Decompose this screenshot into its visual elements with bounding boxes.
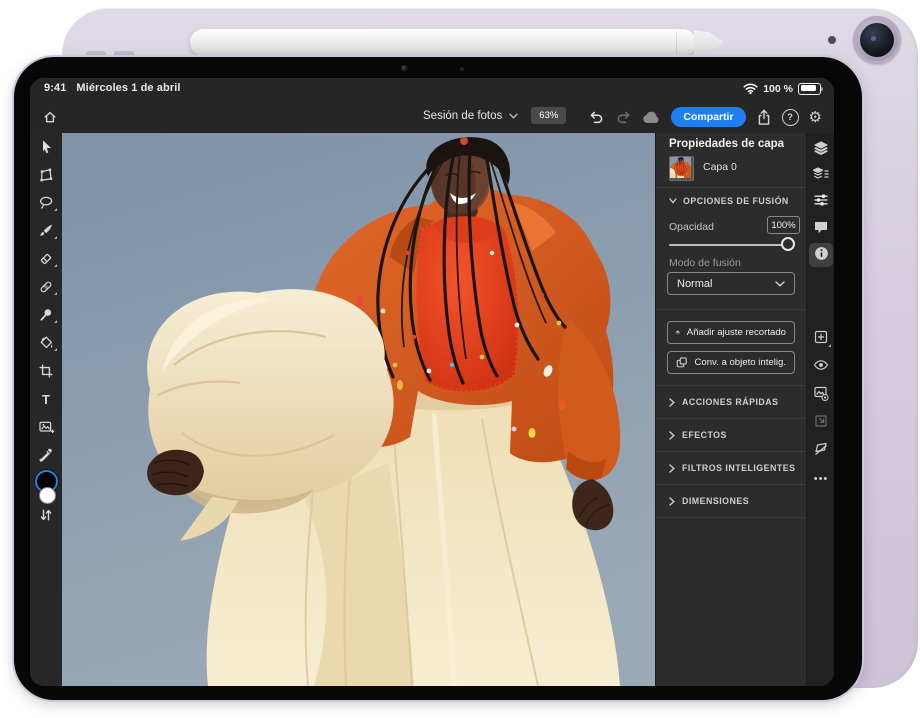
chevron-right-icon — [669, 431, 675, 440]
healing-brush-tool[interactable] — [30, 278, 62, 296]
panel-title: Propiedades de capa — [669, 138, 784, 150]
battery-percent: 100 % — [763, 83, 793, 95]
type-tool-glyph: T — [42, 393, 50, 406]
add-layer-icon[interactable] — [813, 329, 829, 345]
opacity-slider-knob[interactable] — [781, 237, 795, 251]
layer-thumbnail — [669, 156, 694, 181]
camera-glint — [871, 36, 876, 41]
layer-properties-icon[interactable] — [813, 166, 829, 182]
background-color-swatch[interactable] — [39, 487, 56, 504]
cloud-sync-icon[interactable] — [642, 111, 661, 124]
blend-mode-dropdown[interactable]: Normal — [667, 272, 795, 295]
app-toolbar: Sesión de fotos 63% — [30, 100, 834, 134]
place-image-tool[interactable] — [30, 418, 62, 436]
button-label: Conv. a objeto intelig. — [694, 357, 786, 368]
blend-mode-value: Normal — [677, 278, 712, 290]
screen: 9:41 Miércoles 1 de abril 100 % — [30, 78, 834, 686]
info-icon[interactable] — [813, 245, 829, 261]
clip-layer-icon[interactable] — [813, 413, 829, 429]
dodge-tool[interactable] — [30, 306, 62, 324]
layer-row[interactable]: Capa 0 — [656, 154, 806, 184]
blend-mode-label: Modo de fusión — [669, 257, 741, 269]
collapsed-sections: ACCIONES RÁPIDAS EFECTOS FILTROS INTELIG… — [656, 386, 806, 518]
section-smart-filters[interactable]: FILTROS INTELIGENTES — [656, 452, 806, 485]
brush-tool[interactable] — [30, 222, 62, 240]
blend-options-label: OPCIONES DE FUSIÓN — [683, 196, 789, 206]
smart-object-icon — [676, 356, 687, 369]
document-title: Sesión de fotos — [423, 110, 502, 122]
stage: 9:41 Miércoles 1 de abril 100 % — [0, 0, 920, 718]
section-effects[interactable]: EFECTOS — [656, 419, 806, 452]
adjustments-icon[interactable] — [813, 192, 829, 208]
chevron-down-icon — [775, 281, 785, 287]
wifi-icon — [743, 83, 758, 94]
export-icon[interactable] — [756, 109, 772, 126]
transform-tool[interactable] — [30, 166, 62, 184]
chevron-right-icon — [669, 464, 675, 473]
convert-smart-object-button[interactable]: Conv. a objeto intelig. — [667, 351, 795, 374]
clipped-adjustment-icon — [676, 326, 680, 339]
section-quick-actions[interactable]: ACCIONES RÁPIDAS — [656, 386, 806, 419]
chevron-down-icon — [509, 113, 518, 119]
layers-icon[interactable] — [813, 140, 829, 156]
blend-options-header[interactable]: OPCIONES DE FUSIÓN — [656, 192, 806, 210]
home-button[interactable] — [38, 105, 62, 129]
transform-edit-icon[interactable] — [813, 441, 829, 457]
help-icon[interactable]: ? — [782, 109, 799, 126]
panel-switch-rail: ••• — [806, 133, 834, 686]
undo-icon[interactable] — [588, 109, 605, 125]
chevron-right-icon — [669, 497, 675, 506]
add-clipped-adjustment-button[interactable]: Añadir ajuste recortado — [667, 321, 795, 344]
chevron-down-icon — [669, 198, 677, 204]
zoom-level-badge[interactable]: 63% — [531, 107, 566, 124]
status-date: Miércoles 1 de abril — [76, 82, 180, 94]
front-sensor-dot — [460, 67, 464, 71]
more-options-icon[interactable]: ••• — [813, 471, 829, 487]
canvas[interactable] — [62, 133, 655, 686]
eyedropper-tool[interactable] — [30, 446, 62, 464]
section-dimensions[interactable]: DIMENSIONES — [656, 485, 806, 518]
document-title-menu[interactable]: Sesión de fotos 63% — [423, 107, 566, 124]
tool-rail: T — [30, 133, 63, 686]
button-label: Añadir ajuste recortado — [687, 327, 786, 338]
share-button[interactable]: Compartir — [671, 107, 745, 127]
status-bar: 9:41 Miércoles 1 de abril 100 % — [30, 78, 834, 100]
rear-camera-lens-icon — [860, 23, 894, 57]
canvas-photo — [62, 133, 655, 686]
swap-colors-button[interactable] — [30, 506, 62, 524]
settings-gear-icon[interactable]: ⚙ — [809, 110, 822, 125]
opacity-slider[interactable] — [669, 244, 793, 246]
layer-name: Capa 0 — [703, 161, 737, 173]
move-tool[interactable] — [30, 138, 62, 156]
visibility-icon[interactable] — [813, 357, 829, 373]
home-icon — [42, 109, 58, 125]
layer-properties-panel: Propiedades de capa Capa 0 OPCIONES DE F… — [655, 133, 806, 686]
front-camera-icon — [401, 65, 408, 72]
chevron-right-icon — [669, 398, 675, 407]
pencil-seam — [676, 31, 677, 54]
lasso-tool[interactable] — [30, 194, 62, 212]
comments-icon[interactable] — [813, 219, 829, 235]
crop-tool[interactable] — [30, 362, 62, 380]
opacity-value-box[interactable]: 100% — [767, 216, 800, 234]
type-tool[interactable]: T — [30, 390, 62, 408]
apple-pencil — [190, 29, 696, 56]
opacity-label: Opacidad — [669, 221, 714, 233]
eraser-tool[interactable] — [30, 250, 62, 268]
redo-icon[interactable] — [615, 109, 632, 125]
battery-icon — [798, 83, 821, 96]
fill-tool[interactable] — [30, 334, 62, 352]
layer-mask-icon[interactable] — [813, 385, 829, 401]
status-time: 9:41 — [44, 82, 66, 94]
mic-dot — [828, 36, 836, 44]
